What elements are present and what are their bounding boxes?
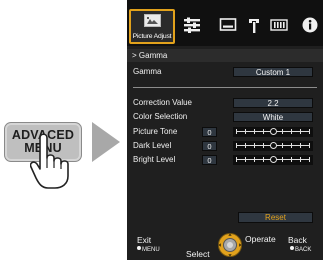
pressing-hand-icon <box>30 133 69 189</box>
correction-value-row[interactable]: Correction Value 2.2 <box>127 97 323 109</box>
picture-tone-slider[interactable] <box>233 127 313 137</box>
settings-sliders-icon[interactable] <box>183 17 201 33</box>
bright-level-slider[interactable] <box>233 155 313 165</box>
dark-level-label: Dark Level <box>133 141 172 150</box>
select-hint: Select <box>186 249 210 259</box>
picture-tone-slider-knob[interactable] <box>270 128 277 135</box>
installation-icon[interactable] <box>245 17 263 33</box>
menu-key-hint: MENU <box>137 246 160 253</box>
picture-tone-value: 0 <box>202 127 217 137</box>
bright-level-row[interactable]: Bright Level 0 <box>127 154 323 166</box>
back-dot-icon <box>290 246 294 250</box>
exit-hint: Exit <box>137 235 152 245</box>
picture-tone-row[interactable]: Picture Tone 0 <box>127 126 323 138</box>
dark-level-slider-knob[interactable] <box>270 142 277 149</box>
divider <box>133 87 317 88</box>
operate-hint: Operate <box>245 234 276 244</box>
menu-panel: Picture Adjust > Gamma Gamma Custom 1 Co… <box>127 0 323 260</box>
menu-dot-icon <box>137 246 141 250</box>
gamma-value[interactable]: Custom 1 <box>233 67 313 77</box>
color-selection-label: Color Selection <box>133 112 188 121</box>
tab-picture-adjust[interactable]: Picture Adjust <box>129 9 175 44</box>
bright-level-slider-knob[interactable] <box>270 156 277 163</box>
back-key-label: BACK <box>295 247 312 253</box>
color-selection-field[interactable]: White <box>233 112 313 122</box>
display-icon[interactable] <box>219 17 237 33</box>
right-arrow-icon <box>92 122 120 162</box>
menu-key-label: MENU <box>142 247 160 253</box>
correction-value-label: Correction Value <box>133 98 192 107</box>
dark-level-row[interactable]: Dark Level 0 <box>127 140 323 152</box>
back-key-hint: BACK <box>290 246 311 253</box>
gamma-row[interactable]: Gamma Custom 1 <box>127 66 323 78</box>
picture-tone-label: Picture Tone <box>133 127 178 136</box>
back-hint: Back <box>288 235 307 245</box>
menu-tab-bar: Picture Adjust <box>127 0 323 46</box>
dark-level-value: 0 <box>202 141 217 151</box>
input-signal-icon[interactable] <box>270 17 288 33</box>
breadcrumb: > Gamma <box>127 49 323 62</box>
picture-adjust-icon <box>144 14 161 27</box>
gamma-label: Gamma <box>133 67 162 76</box>
reset-button[interactable]: Reset <box>238 212 313 223</box>
color-selection-row[interactable]: Color Selection White <box>127 111 323 123</box>
bright-level-label: Bright Level <box>133 155 176 164</box>
bright-level-value: 0 <box>202 155 217 165</box>
joystick-icon <box>218 233 242 257</box>
tab-picture-adjust-label: Picture Adjust <box>132 33 172 40</box>
information-icon[interactable] <box>301 17 319 33</box>
dark-level-slider[interactable] <box>233 141 313 151</box>
correction-value-field[interactable]: 2.2 <box>233 98 313 108</box>
